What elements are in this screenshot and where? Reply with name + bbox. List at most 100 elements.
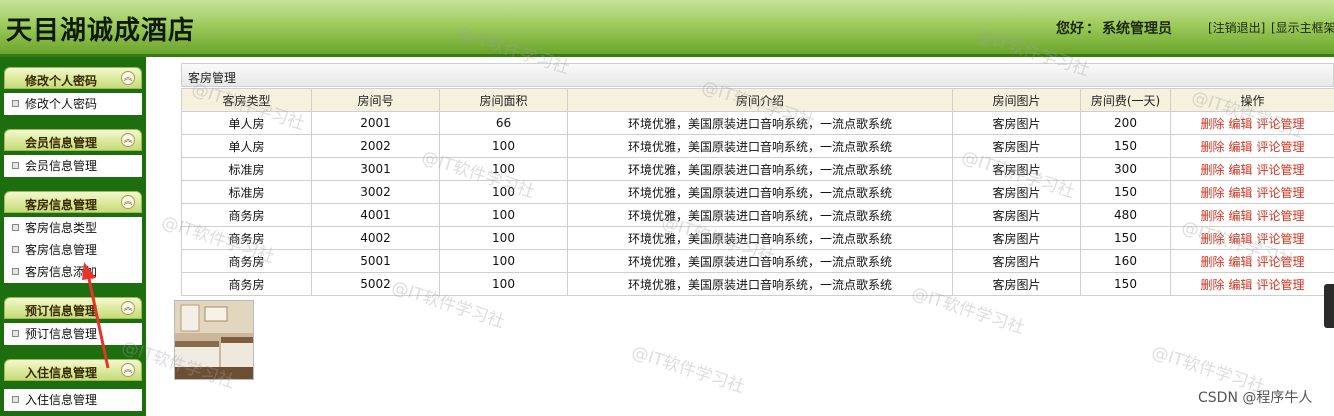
group-title: 会员信息管理 xyxy=(24,136,97,150)
toggle-frame-link[interactable]: [显示主框架] xyxy=(1271,19,1334,36)
cell-price: 160 xyxy=(1080,249,1171,273)
cell-type: 单人房 xyxy=(181,111,312,135)
group-title: 修改个人密码 xyxy=(24,74,97,88)
cell-actions: 删除 编辑 评论管理 xyxy=(1170,111,1334,135)
cell-actions: 删除 编辑 评论管理 xyxy=(1170,249,1334,273)
edit-link[interactable]: 编辑 xyxy=(1228,117,1252,131)
sidebar-group-bookings: 预订信息管理 ︽ 预订信息管理 xyxy=(4,297,142,345)
table-row: 单人房 2001 66 环境优雅，美国原装进口音响系统，一流点歌系统 客房图片 200 删除… xyxy=(181,111,1334,135)
group-header-password[interactable]: 修改个人密码 ︽ xyxy=(4,67,142,89)
collapse-up-icon[interactable]: ︽ xyxy=(121,363,135,377)
sidebar-item-checkin[interactable]: 入住信息管理 xyxy=(4,389,142,411)
table-row: 商务房 5002 100 环境优雅，美国原装进口音响系统，一流点歌系统 客房图片 150 删… xyxy=(181,272,1334,296)
sidebar-group-checkin: 入住信息管理 ︽ 入住信息管理 xyxy=(4,359,142,411)
watermark: @IT软件学习社 xyxy=(629,342,747,398)
cell-actions: 删除 编辑 评论管理 xyxy=(1170,180,1334,204)
delete-link[interactable]: 删除 xyxy=(1200,163,1224,177)
delete-link[interactable]: 删除 xyxy=(1200,255,1224,269)
column-header: 房间面积 xyxy=(439,88,568,112)
collapse-up-icon[interactable]: ︽ xyxy=(121,133,135,147)
column-header: 操作 xyxy=(1170,88,1334,112)
table-row: 标准房 3001 100 环境优雅，美国原装进口音响系统，一流点歌系统 客房图片 300 删… xyxy=(181,157,1334,181)
sidebar-item-label: 会员信息管理 xyxy=(25,159,98,173)
edit-link[interactable]: 编辑 xyxy=(1228,186,1252,200)
room-photo-thumbnail[interactable] xyxy=(174,300,254,380)
cell-image[interactable]: 客房图片 xyxy=(952,203,1081,227)
delete-link[interactable]: 删除 xyxy=(1200,232,1224,246)
delete-link[interactable]: 删除 xyxy=(1200,186,1224,200)
panel-title: 客房管理 xyxy=(188,71,237,85)
comment-manage-link[interactable]: 评论管理 xyxy=(1257,140,1305,154)
sidebar-item-bookings[interactable]: 预订信息管理 xyxy=(4,323,142,345)
edit-link[interactable]: 编辑 xyxy=(1228,255,1252,269)
edit-link[interactable]: 编辑 xyxy=(1228,163,1252,177)
edit-link[interactable]: 编辑 xyxy=(1228,232,1252,246)
cell-intro: 环境优雅，美国原装进口音响系统，一流点歌系统 xyxy=(567,180,953,204)
column-header: 房间图片 xyxy=(952,88,1081,112)
delete-link[interactable]: 删除 xyxy=(1200,140,1224,154)
cell-room: 4001 xyxy=(311,203,440,227)
group-header-members[interactable]: 会员信息管理 ︽ xyxy=(4,129,142,151)
comment-manage-link[interactable]: 评论管理 xyxy=(1257,209,1305,223)
group-title: 客房信息管理 xyxy=(24,198,97,212)
group-header-rooms[interactable]: 客房信息管理 ︽ xyxy=(4,191,142,213)
cell-area: 100 xyxy=(439,272,568,296)
sidebar-item-members[interactable]: 会员信息管理 xyxy=(4,155,142,177)
comment-manage-link[interactable]: 评论管理 xyxy=(1257,232,1305,246)
cell-actions: 删除 编辑 评论管理 xyxy=(1170,203,1334,227)
sidebar-item-room-management[interactable]: 客房信息管理 xyxy=(4,239,142,261)
comment-manage-link[interactable]: 评论管理 xyxy=(1257,186,1305,200)
collapse-up-icon[interactable]: ︽ xyxy=(121,71,135,85)
cell-image[interactable]: 客房图片 xyxy=(952,249,1081,273)
delete-link[interactable]: 删除 xyxy=(1200,117,1224,131)
edit-link[interactable]: 编辑 xyxy=(1228,278,1252,292)
comment-manage-link[interactable]: 评论管理 xyxy=(1257,278,1305,292)
cell-area: 100 xyxy=(439,203,568,227)
cell-intro: 环境优雅，美国原装进口音响系统，一流点歌系统 xyxy=(567,134,953,158)
sidebar-item-label: 入住信息管理 xyxy=(25,393,98,407)
collapse-up-icon[interactable]: ︽ xyxy=(121,301,135,315)
group-header-checkin[interactable]: 入住信息管理 ︽ xyxy=(4,359,142,381)
greeting-user: 系统管理员 xyxy=(1102,21,1172,37)
group-header-bookings[interactable]: 预订信息管理 ︽ xyxy=(4,297,142,319)
cell-intro: 环境优雅，美国原装进口音响系统，一流点歌系统 xyxy=(567,157,953,181)
group-body: 客房信息类型 客房信息管理 客房信息添加 xyxy=(4,217,142,283)
edit-link[interactable]: 编辑 xyxy=(1228,209,1252,223)
table-row: 商务房 4002 100 环境优雅，美国原装进口音响系统，一流点歌系统 客房图片 150 删… xyxy=(181,226,1334,250)
cell-area: 100 xyxy=(439,226,568,250)
cell-image[interactable]: 客房图片 xyxy=(952,180,1081,204)
edit-link[interactable]: 编辑 xyxy=(1228,140,1252,154)
sidebar-item-label: 客房信息管理 xyxy=(25,243,98,257)
app-header: 天目湖诚成酒店 您好：系统管理员 [注销退出] [显示主框架] xyxy=(0,0,1334,57)
cell-room: 5001 xyxy=(311,249,440,273)
cell-type: 商务房 xyxy=(181,249,312,273)
cell-image[interactable]: 客房图片 xyxy=(952,272,1081,296)
cell-image[interactable]: 客房图片 xyxy=(952,226,1081,250)
cell-room: 5002 xyxy=(311,272,440,296)
cell-image[interactable]: 客房图片 xyxy=(952,157,1081,181)
comment-manage-link[interactable]: 评论管理 xyxy=(1257,163,1305,177)
group-body: 修改个人密码 xyxy=(4,93,142,115)
sidebar-item-change-password[interactable]: 修改个人密码 xyxy=(4,93,142,115)
collapse-up-icon[interactable]: ︽ xyxy=(121,195,135,209)
delete-link[interactable]: 删除 xyxy=(1200,278,1224,292)
cell-type: 商务房 xyxy=(181,203,312,227)
group-body: 会员信息管理 xyxy=(4,155,142,177)
cell-price: 480 xyxy=(1080,203,1171,227)
table-row: 单人房 2002 100 环境优雅，美国原装进口音响系统，一流点歌系统 客房图片 150 删… xyxy=(181,134,1334,158)
sidebar-item-room-types[interactable]: 客房信息类型 xyxy=(4,217,142,239)
comment-manage-link[interactable]: 评论管理 xyxy=(1257,255,1305,269)
app-title: 天目湖诚成酒店 xyxy=(6,16,196,46)
logout-link[interactable]: [注销退出] xyxy=(1208,19,1265,36)
cell-type: 商务房 xyxy=(181,226,312,250)
sidebar-item-room-add[interactable]: 客房信息添加 xyxy=(4,261,142,283)
comment-manage-link[interactable]: 评论管理 xyxy=(1257,117,1305,131)
side-scroll-tab[interactable] xyxy=(1324,284,1334,328)
greeting: 您好：系统管理员 xyxy=(1056,21,1172,37)
group-body: 入住信息管理 xyxy=(4,389,142,411)
cell-area: 100 xyxy=(439,180,568,204)
cell-image[interactable]: 客房图片 xyxy=(952,111,1081,135)
cell-image[interactable]: 客房图片 xyxy=(952,134,1081,158)
delete-link[interactable]: 删除 xyxy=(1200,209,1224,223)
cell-room: 2001 xyxy=(311,111,440,135)
